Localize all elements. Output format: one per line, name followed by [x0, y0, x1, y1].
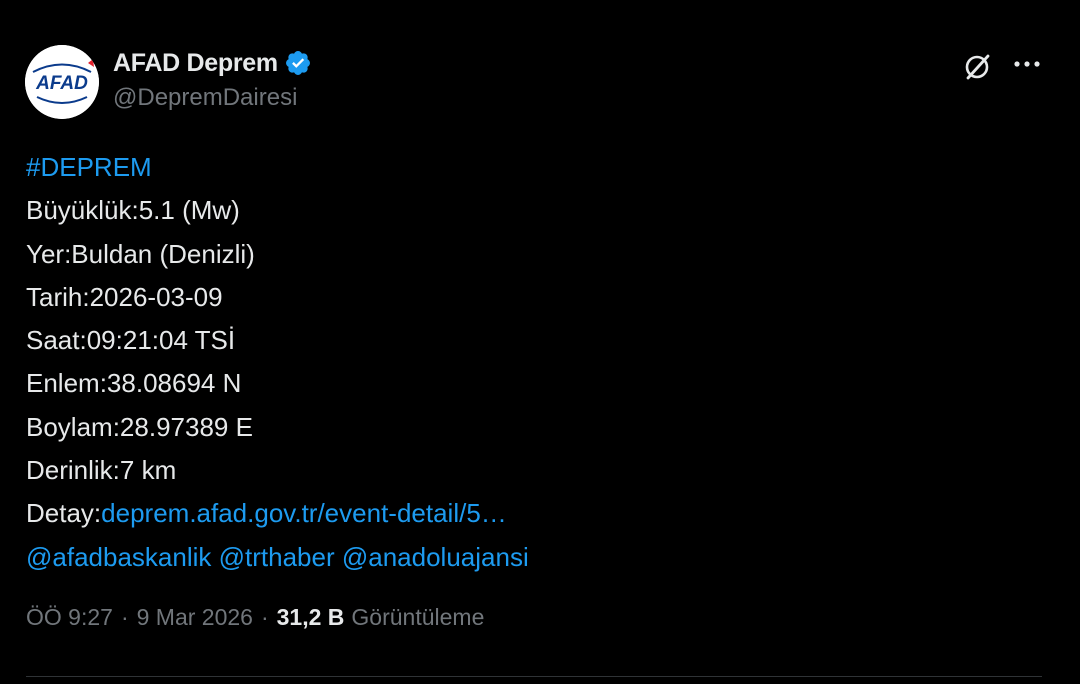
afad-logo-icon: AFAD — [25, 45, 99, 119]
depth-line: Derinlik:7 km — [26, 455, 177, 486]
detail-label: Detay: — [26, 498, 102, 529]
mention-link-afadbaskanlik[interactable]: @afadbaskanlik — [26, 542, 211, 572]
tweet-card: AFAD AFAD Deprem @DepremDairesi #DEPREM … — [0, 0, 1080, 684]
author-handle[interactable]: @DepremDairesi — [113, 84, 297, 112]
mentions-line: @afadbaskanlik @trthaber @anadoluajansi — [26, 536, 529, 579]
author-display-name[interactable]: AFAD Deprem — [113, 49, 278, 78]
magnitude-line: Büyüklük:5.1 (Mw) — [26, 195, 240, 226]
mention-link-trthaber[interactable]: @trthaber — [219, 542, 335, 572]
avatar[interactable]: AFAD — [25, 45, 99, 119]
views-count[interactable]: 31,2 B — [277, 604, 345, 631]
grok-icon[interactable] — [960, 48, 996, 84]
time-line: Saat:09:21:04 TSİ — [26, 325, 236, 356]
more-options-icon[interactable] — [1010, 48, 1046, 84]
latitude-line: Enlem:38.08694 N — [26, 368, 242, 399]
divider — [26, 676, 1042, 677]
hashtag-link[interactable]: #DEPREM — [26, 152, 152, 182]
tweet-time[interactable]: ÖÖ 9:27 — [26, 604, 113, 631]
meta-separator: · — [260, 604, 269, 630]
detail-line: Detay:deprem.afad.gov.tr/event-detail/5… — [26, 492, 529, 535]
author-name-row: AFAD Deprem — [113, 46, 312, 80]
avatar-logo-text: AFAD — [35, 73, 88, 94]
date-line: Tarih:2026-03-09 — [26, 281, 223, 312]
location-line: Yer:Buldan (Denizli) — [26, 238, 255, 269]
mention-link-anadoluajansi[interactable]: @anadoluajansi — [342, 542, 529, 572]
tweet-text: #DEPREM Büyüklük:5.1 (Mw) Yer:Buldan (De… — [26, 146, 529, 579]
longitude-line: Boylam:28.97389 E — [26, 411, 253, 442]
verified-badge-icon[interactable] — [284, 49, 312, 77]
tweet-meta: ÖÖ 9:27 · 9 Mar 2026 · 31,2 B Görüntülem… — [26, 604, 484, 631]
views-label: Görüntüleme — [351, 604, 485, 630]
detail-link[interactable]: deprem.afad.gov.tr/event-detail/5… — [101, 498, 507, 528]
tweet-date[interactable]: 9 Mar 2026 — [137, 604, 253, 631]
meta-separator: · — [120, 604, 129, 630]
